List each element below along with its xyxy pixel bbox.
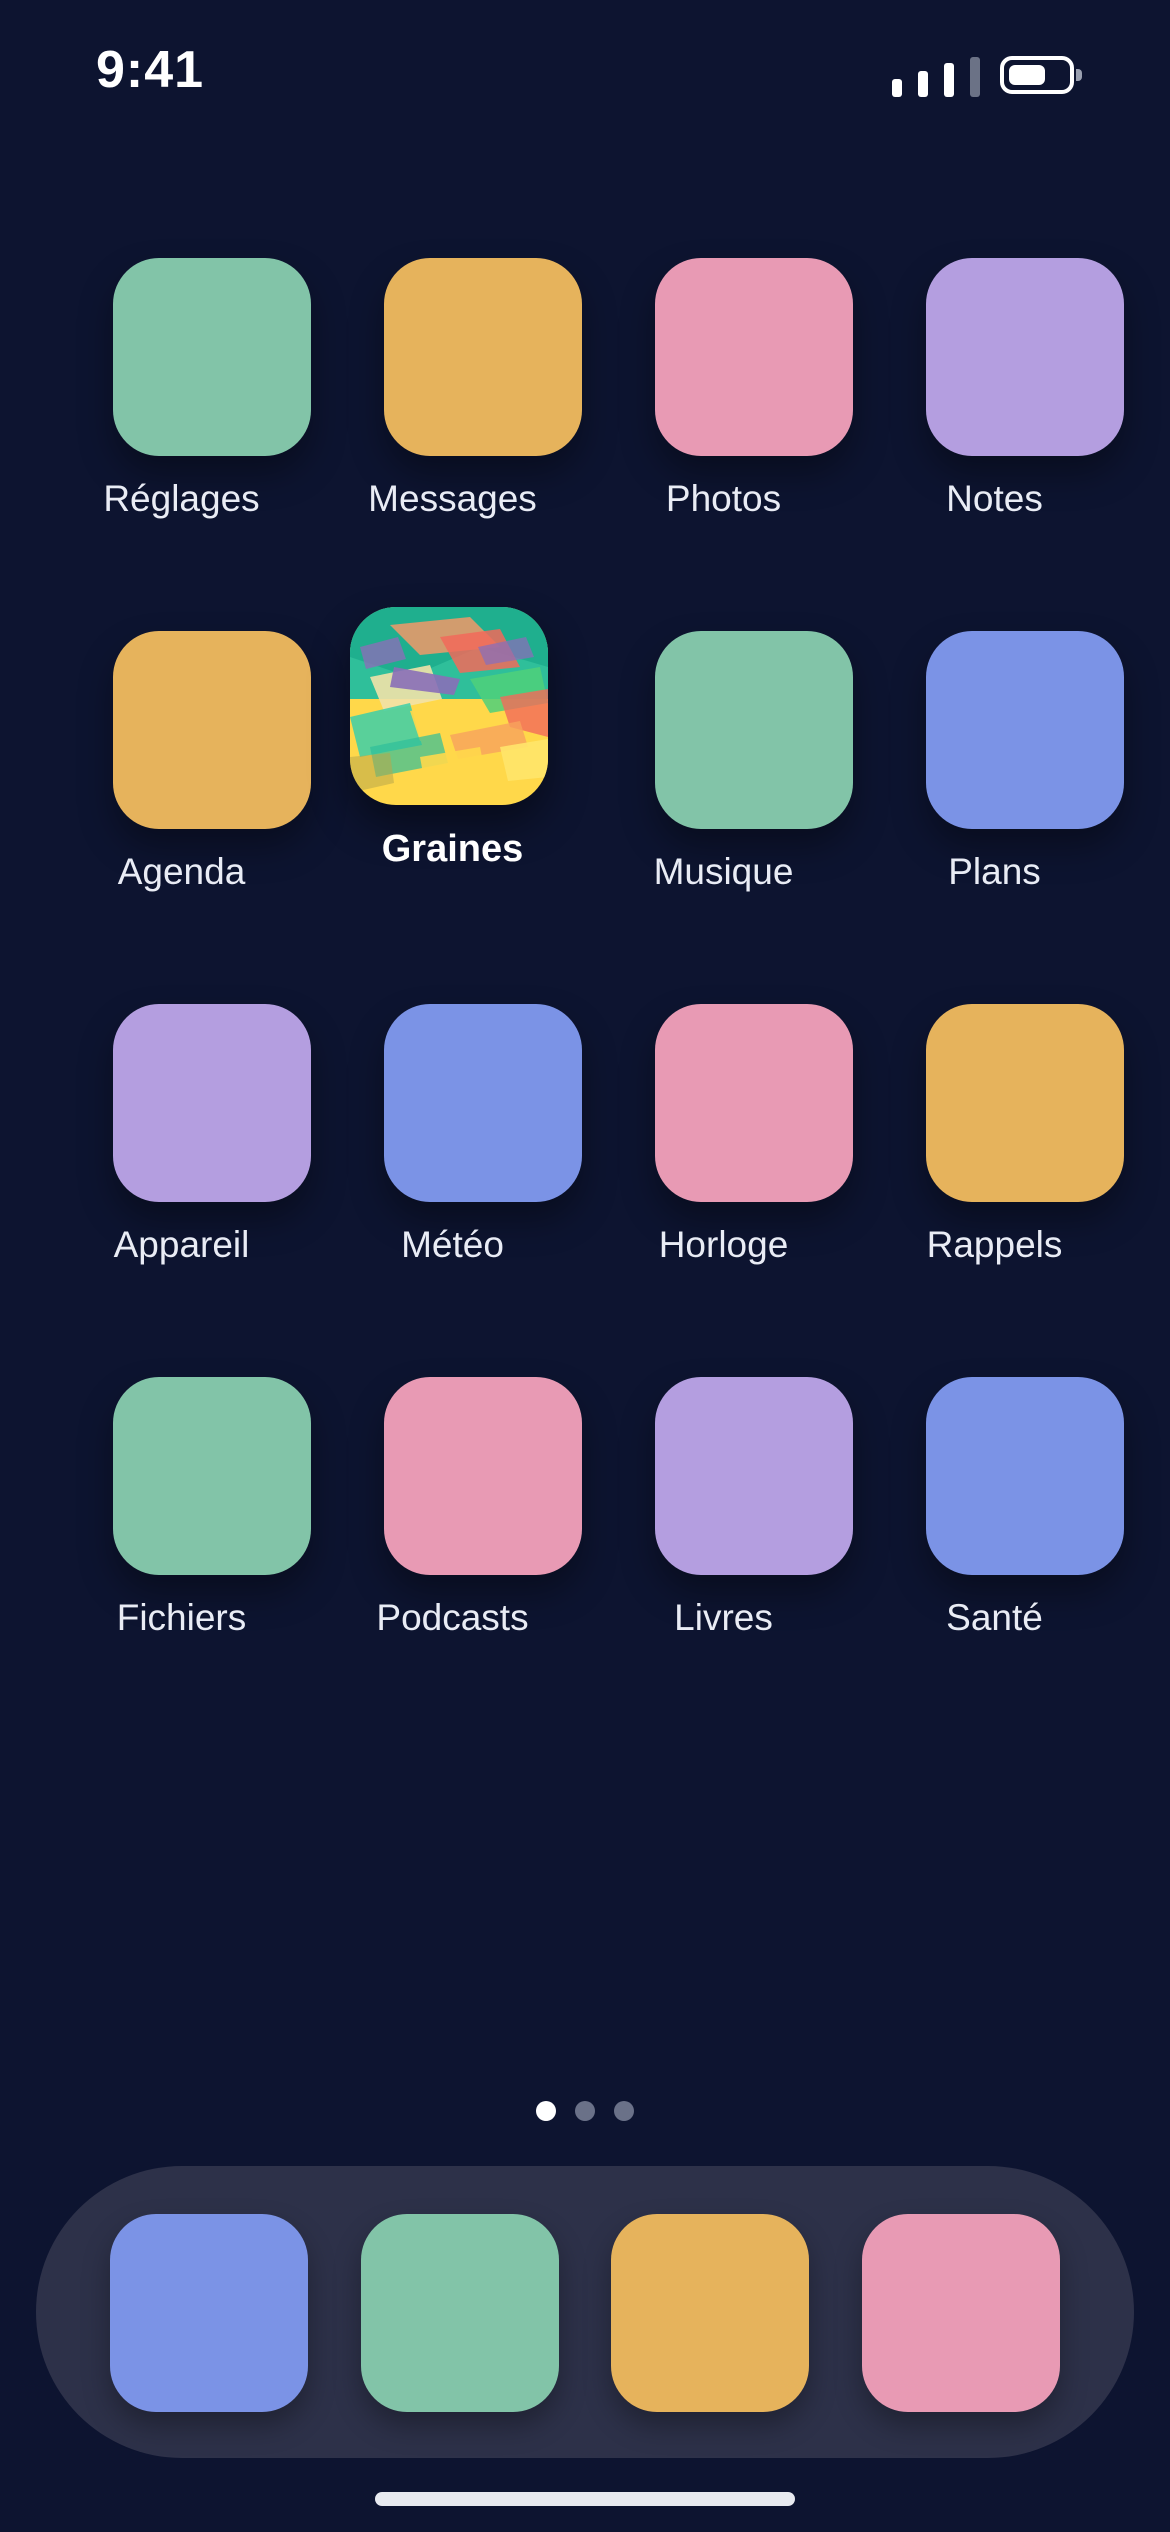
battery-level	[1009, 65, 1046, 85]
home-screen: 9:41 Réglages Messages Photos Notes Agen…	[0, 0, 1170, 2532]
app-label: Rappels	[926, 1224, 1063, 1265]
battery-icon	[1000, 56, 1082, 94]
status-bar: 9:41	[0, 0, 1170, 150]
dock-app-3-icon[interactable]	[611, 2214, 809, 2412]
app-label: Notes	[946, 478, 1043, 519]
battery-cap	[1076, 69, 1082, 81]
dock-app-2-icon[interactable]	[361, 2214, 559, 2412]
app-plans-icon[interactable]	[926, 631, 1124, 829]
dock	[36, 2166, 1134, 2458]
signal-bar	[892, 79, 902, 97]
app-messages-icon[interactable]	[384, 258, 582, 456]
app-notes-icon[interactable]	[926, 258, 1124, 456]
signal-bar	[944, 63, 954, 97]
app-reglages-icon[interactable]	[113, 258, 311, 456]
app-fichiers-icon[interactable]	[113, 1377, 311, 1575]
signal-bar	[970, 57, 980, 97]
app-rappels-icon[interactable]	[926, 1004, 1124, 1202]
dock-app-4-icon[interactable]	[862, 2214, 1060, 2412]
page-dot-2[interactable]	[575, 2101, 595, 2121]
page-dot-1[interactable]	[536, 2101, 556, 2121]
cellular-signal-icon	[892, 55, 992, 97]
app-horloge-icon[interactable]	[655, 1004, 853, 1202]
app-graines-icon[interactable]	[350, 607, 548, 805]
home-indicator[interactable]	[375, 2492, 795, 2506]
signal-bar	[918, 71, 928, 97]
app-livres-icon[interactable]	[655, 1377, 853, 1575]
graines-artwork	[350, 607, 548, 805]
app-sante-icon[interactable]	[926, 1377, 1124, 1575]
app-podcasts-icon[interactable]	[384, 1377, 582, 1575]
app-label: Santé	[946, 1597, 1043, 1638]
page-dot-3[interactable]	[614, 2101, 634, 2121]
app-label: Plans	[948, 851, 1041, 892]
app-photos-icon[interactable]	[655, 258, 853, 456]
app-appareil-icon[interactable]	[113, 1004, 311, 1202]
dock-app-1-icon[interactable]	[110, 2214, 308, 2412]
app-agenda-icon[interactable]	[113, 631, 311, 829]
status-time: 9:41	[96, 41, 205, 99]
page-indicator[interactable]	[0, 2101, 1170, 2125]
app-meteo-icon[interactable]	[384, 1004, 582, 1202]
app-musique-icon[interactable]	[655, 631, 853, 829]
